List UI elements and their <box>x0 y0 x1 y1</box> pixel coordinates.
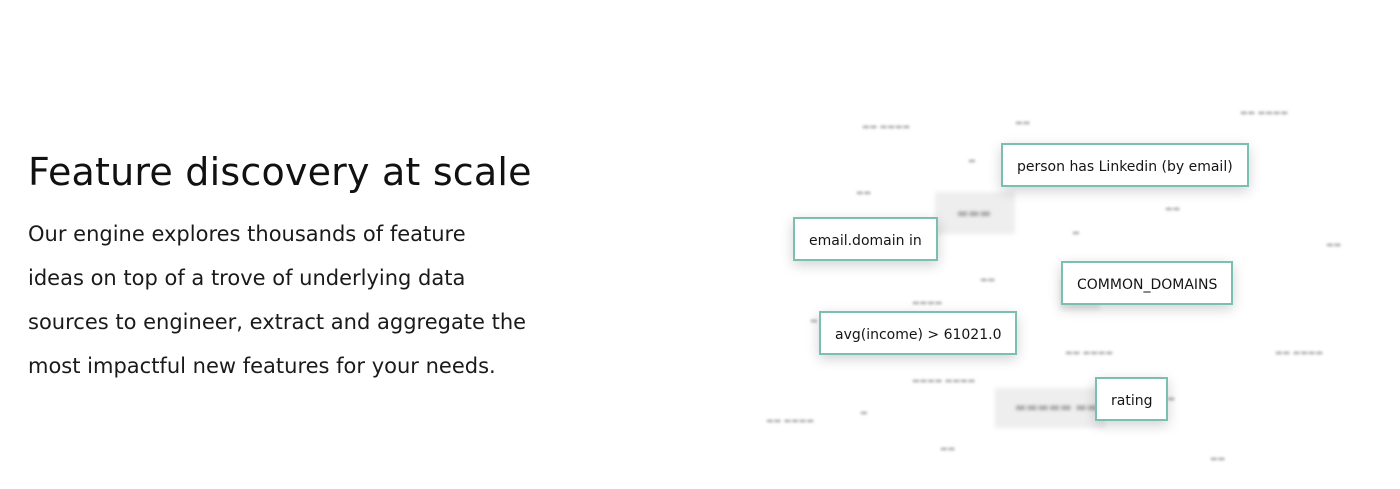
section-title: Feature discovery at scale <box>28 150 532 194</box>
blurred-background-text: ▬▬ ▬▬▬▬ <box>1065 348 1113 357</box>
text-column: Feature discovery at scale Our engine ex… <box>28 144 548 388</box>
blurred-background-text: ▬▬▬▬ ▬▬▬▬ <box>912 376 976 385</box>
blurred-background-text: ▬▬▬▬ <box>912 298 943 307</box>
blurred-background-text: ▬▬ <box>856 188 872 197</box>
blurred-background-text: ▬▬ <box>1326 240 1342 249</box>
feature-chip-avg-income: avg(income) > 61021.0 <box>819 311 1018 355</box>
section-description: Our engine explores thousands of feature… <box>28 222 527 378</box>
blurred-background-text: ▬▬ <box>1210 454 1226 463</box>
blurred-background-text: ▬ <box>860 408 868 417</box>
blurred-background-text: ▬▬ <box>940 444 956 453</box>
blurred-background-text: ▬ <box>810 316 818 325</box>
blurred-background-text: ▬▬ ▬▬▬▬ <box>766 416 814 425</box>
blurred-background-text: ▬▬ ▬▬▬▬ <box>1240 108 1288 117</box>
feature-cloud-illustration: ▬▬ ▬▬▬▬ ▬▬ ▬▬ ▬▬▬▬ ▬ ▬▬ ▬▬▬ ▬▬ ▬ ▬▬ ▬▬ ▬… <box>740 80 1380 480</box>
feature-chip-linkedin: person has Linkedin (by email) <box>1001 143 1249 187</box>
feature-chip-common-domains: COMMON_DOMAINS <box>1061 261 1234 305</box>
blurred-background-text: ▬▬ ▬▬▬▬ <box>862 122 910 131</box>
feature-discovery-section: Feature discovery at scale Our engine ex… <box>0 0 1400 489</box>
blurred-background-text: ▬ <box>1072 228 1080 237</box>
feature-chip-email-domain: email.domain in <box>793 217 938 261</box>
blurred-background-text: ▬▬ ▬▬▬▬ <box>1275 348 1323 357</box>
blurred-background-text: ▬▬ <box>980 275 996 284</box>
blurred-background-text: ▬ <box>968 156 976 165</box>
blurred-background-text: ▬▬ <box>1015 118 1031 127</box>
feature-chip-rating: rating <box>1095 377 1169 421</box>
blurred-background-text: ▬▬ <box>1165 204 1181 213</box>
blurred-background-text: ▬▬▬ <box>957 206 992 220</box>
